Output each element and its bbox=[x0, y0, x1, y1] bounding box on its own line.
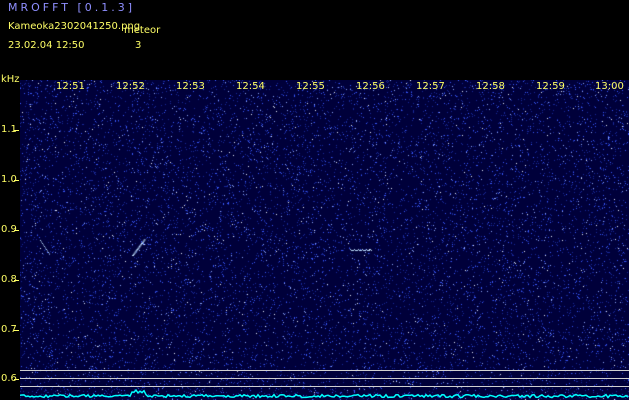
date-time: 23.02.04 12:50 bbox=[8, 40, 85, 51]
time-tick-label: 12:52 bbox=[116, 81, 145, 92]
freq-tick-mark bbox=[14, 330, 19, 331]
freq-tick-mark bbox=[14, 180, 19, 181]
meteor-count: 3 bbox=[135, 40, 142, 51]
y-axis bbox=[18, 80, 20, 400]
time-tick-label: 12:53 bbox=[176, 81, 205, 92]
spectrogram-image bbox=[20, 80, 629, 400]
time-tick-label: 12:51 bbox=[56, 81, 85, 92]
time-tick-label: 12:56 bbox=[356, 81, 385, 92]
freq-tick-mark bbox=[14, 230, 19, 231]
app-title: MROFFT [0.1.3] bbox=[8, 1, 136, 14]
signal-baseline bbox=[20, 388, 629, 399]
time-tick-label: 12:54 bbox=[236, 81, 265, 92]
time-tick-label: 12:57 bbox=[416, 81, 445, 92]
freq-unit-label: kHz bbox=[1, 74, 20, 85]
reference-line-lower bbox=[20, 386, 629, 387]
freq-tick-mark bbox=[14, 130, 19, 131]
time-tick-label: 12:55 bbox=[296, 81, 325, 92]
file-name: Kameoka2302041250.png bbox=[8, 21, 141, 32]
time-tick-label: 13:00 bbox=[595, 81, 624, 92]
reference-line-middle bbox=[20, 378, 629, 379]
spectrogram-panel: kHz 12:51 12:52 12:53 12:54 12:55 12:56 … bbox=[0, 75, 629, 400]
reference-line-upper bbox=[20, 370, 629, 371]
time-tick-label: 12:59 bbox=[536, 81, 565, 92]
meteor-label: meteor bbox=[124, 25, 161, 36]
time-tick-label: 12:58 bbox=[476, 81, 505, 92]
freq-tick-mark bbox=[14, 379, 19, 380]
freq-tick-mark bbox=[14, 280, 19, 281]
